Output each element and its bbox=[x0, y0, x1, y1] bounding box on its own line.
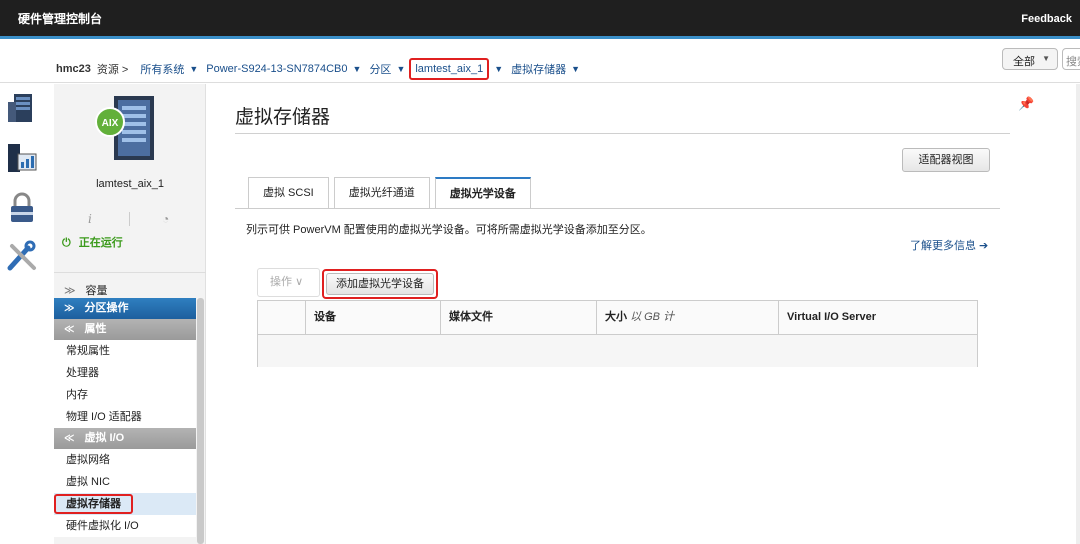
partition-server-icon: AIX bbox=[95, 96, 154, 160]
column-vios[interactable]: Virtual I/O Server bbox=[778, 301, 977, 334]
sidebar-item-general-properties[interactable]: 常规属性 bbox=[54, 340, 196, 362]
feedback-link[interactable]: Feedback bbox=[1021, 13, 1072, 25]
status-text: 正在运行 bbox=[78, 237, 123, 249]
partition-name: lamtest_aix_1 bbox=[96, 178, 164, 190]
section-virtual-io[interactable]: ≪ 虚拟 I/O bbox=[54, 428, 196, 449]
chevron-down-icon: ∨ bbox=[295, 276, 304, 288]
partition-panel: AIX lamtest_aix_1 i ◔ ⏻ 正在运行 ≫ 容量 ≫ 分区操作 ≪ 属… bbox=[54, 84, 206, 544]
tools-icon[interactable] bbox=[6, 240, 38, 272]
sidebar-item-physical-io[interactable]: 物理 I/O 适配器 bbox=[54, 406, 196, 428]
breadcrumb-partition-name[interactable]: lamtest_aix_1 bbox=[409, 58, 490, 80]
title-divider bbox=[235, 133, 1010, 134]
breadcrumb-all-systems[interactable]: 所有系统 bbox=[140, 61, 184, 77]
capacity-label: 容量 bbox=[85, 285, 108, 297]
size-unit: 以 GB 计 bbox=[630, 311, 675, 323]
chevron-down-icon[interactable]: ▼ bbox=[571, 64, 580, 74]
add-virtual-optical-button[interactable]: 添加虚拟光学设备 bbox=[326, 273, 434, 295]
table-header: 设备 媒体文件 大小 以 GB 计 Virtual I/O Server bbox=[258, 301, 977, 335]
page-description: 列示可供 PowerVM 配置使用的虚拟光学设备。可将所需虚拟光学设备添加至分区… bbox=[246, 224, 652, 236]
sidebar-item-virtual-nic[interactable]: 虚拟 NIC bbox=[54, 471, 196, 493]
sidebar-item-memory[interactable]: 内存 bbox=[54, 384, 196, 406]
chevron-up-icon: ≪ bbox=[64, 433, 75, 444]
main-content: 虚拟存储器 📌 适配器视图 虚拟 SCSI 虚拟光纤通道 虚拟光学设备 列示可供… bbox=[208, 84, 1080, 544]
chevron-down-icon[interactable]: ▼ bbox=[353, 64, 362, 74]
info-icon[interactable]: i bbox=[88, 212, 92, 226]
gear-icon[interactable]: ◔ bbox=[162, 212, 169, 226]
optical-devices-table: 设备 媒体文件 大小 以 GB 计 Virtual I/O Server bbox=[257, 300, 978, 367]
select-column-header[interactable] bbox=[258, 301, 305, 334]
breadcrumb-virtual-storage[interactable]: 虚拟存储器 bbox=[511, 61, 566, 77]
power-icon: ⏻ bbox=[62, 237, 71, 249]
breadcrumb-system[interactable]: Power-S924-13-SN7874CB0 bbox=[206, 63, 347, 75]
chevron-up-icon: ≪ bbox=[64, 324, 75, 335]
column-media-file[interactable]: 媒体文件 bbox=[440, 301, 596, 334]
chevron-down-icon: ≫ bbox=[64, 285, 76, 297]
column-size[interactable]: 大小 以 GB 计 bbox=[596, 301, 778, 334]
capacity-toggle[interactable]: ≫ 容量 bbox=[64, 282, 108, 298]
tab-virtual-fibre-channel[interactable]: 虚拟光纤通道 bbox=[333, 177, 430, 208]
server-rack-icon[interactable] bbox=[6, 92, 38, 124]
breadcrumb-partitions[interactable]: 分区 bbox=[369, 61, 391, 77]
column-device[interactable]: 设备 bbox=[305, 301, 440, 334]
pin-icon[interactable]: 📌 bbox=[1018, 96, 1034, 112]
sidebar-item-processor[interactable]: 处理器 bbox=[54, 362, 196, 384]
performance-monitor-icon[interactable] bbox=[6, 142, 38, 174]
tab-virtual-scsi[interactable]: 虚拟 SCSI bbox=[248, 177, 329, 208]
icon-rail bbox=[0, 84, 44, 544]
sidebar-item-hardware-virtualized-io[interactable]: 硬件虚拟化 I/O bbox=[54, 515, 196, 537]
status-badge: ⏻ 正在运行 bbox=[62, 234, 123, 250]
lock-icon[interactable] bbox=[6, 192, 38, 224]
divider bbox=[54, 272, 206, 273]
learn-more-link[interactable]: 了解更多信息 ➔ bbox=[910, 237, 988, 253]
sidebar-nav: ≫ 分区操作 ≪ 属性 常规属性 处理器 内存 物理 I/O 适配器 ≪ 虚拟 I/O… bbox=[54, 298, 196, 537]
right-edge-panel bbox=[1076, 84, 1080, 544]
sidebar-item-virtual-network[interactable]: 虚拟网络 bbox=[54, 449, 196, 471]
table-empty-row bbox=[258, 335, 977, 367]
chevron-down-icon[interactable]: ▼ bbox=[396, 64, 405, 74]
section-properties[interactable]: ≪ 属性 bbox=[54, 319, 196, 340]
tab-virtual-optical[interactable]: 虚拟光学设备 bbox=[434, 177, 531, 209]
chevron-down-icon[interactable]: ▼ bbox=[189, 64, 198, 74]
tab-divider bbox=[235, 208, 1000, 209]
breadcrumb-host[interactable]: hmc23 bbox=[56, 63, 91, 75]
adapter-view-button[interactable]: 适配器视图 bbox=[902, 148, 990, 172]
chevron-down-icon: ≫ bbox=[64, 303, 75, 314]
chevron-down-icon[interactable]: ▼ bbox=[494, 64, 503, 74]
search-input[interactable]: 搜索 bbox=[1062, 48, 1080, 70]
chevron-down-icon: ▼ bbox=[1042, 54, 1050, 63]
page-title: 虚拟存储器 bbox=[235, 107, 331, 128]
sidebar-item-virtual-storage[interactable]: 虚拟存储器 bbox=[54, 493, 196, 515]
scope-select[interactable]: 全部 ▼ bbox=[1002, 48, 1058, 70]
scope-selected: 全部 bbox=[1013, 56, 1035, 68]
section-partition-actions[interactable]: ≫ 分区操作 bbox=[54, 298, 196, 319]
add-button-highlight: 添加虚拟光学设备 bbox=[322, 269, 438, 299]
sidebar-scrollbar[interactable] bbox=[197, 298, 204, 544]
app-title: 硬件管理控制台 bbox=[18, 12, 103, 26]
tab-bar: 虚拟 SCSI 虚拟光纤通道 虚拟光学设备 bbox=[248, 177, 536, 209]
breadcrumb-bar: hmc23 资源 > 所有系统 ▼ Power-S924-13-SN7874CB… bbox=[0, 39, 1080, 83]
breadcrumb-resources[interactable]: 资源 > bbox=[97, 61, 128, 77]
partition-actions: i ◔ bbox=[54, 212, 206, 228]
aix-badge: AIX bbox=[102, 118, 119, 129]
actions-dropdown[interactable]: 操作 ∨ bbox=[257, 268, 320, 297]
divider bbox=[129, 212, 130, 226]
top-bar: 硬件管理控制台 Feedback bbox=[0, 0, 1080, 36]
breadcrumb: hmc23 资源 > 所有系统 ▼ Power-S924-13-SN7874CB… bbox=[56, 58, 588, 80]
